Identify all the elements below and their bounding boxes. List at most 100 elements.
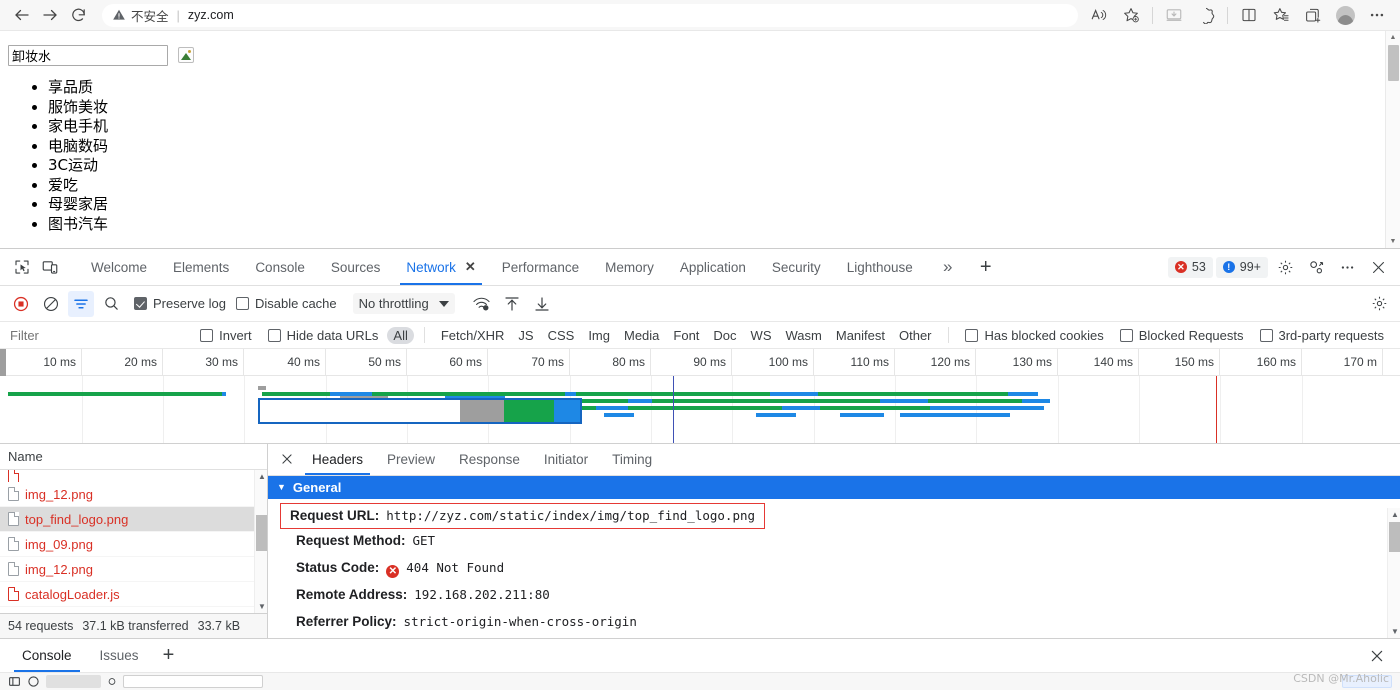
inspect-element-icon[interactable] — [8, 253, 36, 281]
tab-response[interactable]: Response — [447, 444, 532, 475]
close-drawer-icon[interactable] — [1364, 643, 1390, 669]
downloads-icon[interactable] — [1159, 1, 1189, 29]
table-row[interactable]: top_find_logo.png — [0, 507, 267, 532]
filter-type-js[interactable]: JS — [512, 327, 539, 344]
console-context-select[interactable] — [46, 675, 101, 688]
filter-type-img[interactable]: Img — [582, 327, 616, 344]
scrollbar-thumb[interactable] — [256, 515, 267, 551]
reload-icon[interactable] — [64, 1, 92, 29]
back-icon[interactable] — [8, 1, 36, 29]
close-devtools-icon[interactable] — [1364, 253, 1392, 281]
scrollbar-thumb[interactable] — [1388, 45, 1399, 81]
tab-application[interactable]: Application — [667, 249, 759, 285]
devtools-more-icon[interactable] — [1333, 253, 1361, 281]
table-row[interactable]: img_12.png — [0, 557, 267, 582]
tab-elements[interactable]: Elements — [160, 249, 242, 285]
more-tabs-icon[interactable]: » — [934, 253, 962, 281]
requests-scrollbar[interactable]: ▲ ▼ — [254, 470, 267, 613]
filter-type-doc[interactable]: Doc — [707, 327, 742, 344]
list-item[interactable]: 爱吃 — [48, 176, 1400, 196]
table-row[interactable]: img_09.png — [0, 532, 267, 557]
split-screen-icon[interactable] — [1234, 1, 1264, 29]
filter-toggle-icon[interactable] — [68, 290, 94, 317]
error-count-badge[interactable]: ✕ 53 — [1167, 256, 1213, 278]
list-item[interactable]: 家电手机 — [48, 117, 1400, 137]
list-item[interactable]: 享品质 — [48, 78, 1400, 98]
toggle-device-toolbar-icon[interactable] — [36, 253, 64, 281]
filter-type-fetch-xhr[interactable]: Fetch/XHR — [435, 327, 511, 344]
address-bar[interactable]: 不安全 | zyz.com — [102, 3, 1078, 27]
tab-sources[interactable]: Sources — [318, 249, 394, 285]
read-aloud-icon[interactable] — [1084, 1, 1114, 29]
tab-preview[interactable]: Preview — [375, 444, 447, 475]
filter-type-wasm[interactable]: Wasm — [780, 327, 828, 344]
general-section-header[interactable]: ▼ General — [268, 475, 1400, 499]
requests-list[interactable]: img_12.png top_find_logo.png img_09.png … — [0, 470, 267, 613]
third-party-requests-checkbox[interactable]: 3rd-party requests — [1259, 328, 1384, 343]
keyword-search-input[interactable] — [8, 45, 168, 66]
list-item[interactable]: 3C运动 — [48, 156, 1400, 176]
hide-data-urls-checkbox[interactable]: Hide data URLs — [267, 328, 378, 343]
filter-input[interactable] — [8, 326, 193, 344]
record-button[interactable] — [8, 291, 34, 317]
tab-lighthouse[interactable]: Lighthouse — [834, 249, 926, 285]
scroll-down-icon[interactable]: ▼ — [258, 602, 266, 611]
list-item[interactable]: 电脑数码 — [48, 137, 1400, 157]
network-settings-gear-icon[interactable] — [1366, 291, 1392, 317]
clear-console-icon[interactable] — [27, 675, 40, 688]
message-count-badge[interactable]: ! 99+ — [1215, 256, 1268, 278]
drawer-add-tab-icon[interactable]: + — [153, 639, 185, 672]
filter-type-all[interactable]: All — [387, 326, 414, 344]
tab-console[interactable]: Console — [242, 249, 318, 285]
filter-type-css[interactable]: CSS — [542, 327, 581, 344]
scroll-down-icon[interactable]: ▼ — [1391, 627, 1399, 636]
tab-performance[interactable]: Performance — [489, 249, 592, 285]
column-header-name[interactable]: Name — [8, 449, 43, 464]
list-item[interactable]: 服饰美妆 — [48, 98, 1400, 118]
filter-type-font[interactable]: Font — [667, 327, 705, 344]
tab-network[interactable]: Network ✕ — [393, 249, 488, 285]
close-details-icon[interactable] — [274, 446, 300, 472]
invert-checkbox[interactable]: Invert — [200, 328, 252, 343]
throttling-select[interactable]: No throttling — [352, 293, 455, 314]
network-conditions-icon[interactable] — [469, 291, 495, 317]
tab-timing[interactable]: Timing — [600, 444, 664, 475]
search-icon[interactable] — [98, 291, 124, 317]
console-filter-input[interactable] — [123, 675, 263, 688]
customize-devtools-icon[interactable] — [1302, 253, 1330, 281]
scroll-up-icon[interactable]: ▲ — [258, 472, 266, 481]
drawer-tab-issues[interactable]: Issues — [86, 639, 153, 672]
filter-type-other[interactable]: Other — [893, 327, 938, 344]
close-icon[interactable]: ✕ — [465, 259, 476, 275]
browser-essentials-icon[interactable] — [1191, 1, 1221, 29]
disable-cache-checkbox[interactable]: Disable cache — [235, 296, 337, 311]
details-scrollbar[interactable]: ▲ ▼ — [1387, 507, 1400, 638]
filter-type-manifest[interactable]: Manifest — [830, 327, 891, 344]
gear-icon[interactable] — [1271, 253, 1299, 281]
table-row[interactable]: img_12.png — [0, 482, 267, 507]
favorites-icon[interactable] — [1266, 1, 1296, 29]
page-vertical-scrollbar[interactable]: ▲ ▼ — [1385, 31, 1400, 248]
tab-welcome[interactable]: Welcome — [78, 249, 160, 285]
console-filter-icon[interactable] — [107, 675, 117, 688]
scrollbar-thumb[interactable] — [1389, 521, 1400, 552]
forward-icon[interactable] — [36, 1, 64, 29]
preserve-log-checkbox[interactable]: Preserve log — [134, 296, 226, 311]
scroll-up-icon[interactable]: ▲ — [1390, 31, 1397, 44]
import-har-icon[interactable] — [499, 291, 525, 317]
settings-more-icon[interactable] — [1362, 1, 1392, 29]
tab-initiator[interactable]: Initiator — [532, 444, 600, 475]
export-har-icon[interactable] — [529, 291, 555, 317]
add-tab-icon[interactable] — [1298, 1, 1328, 29]
add-favorite-icon[interactable] — [1116, 1, 1146, 29]
clear-button[interactable] — [38, 291, 64, 317]
profile-avatar[interactable] — [1330, 1, 1360, 29]
add-panel-icon[interactable]: + — [972, 253, 1000, 281]
filter-type-media[interactable]: Media — [618, 327, 665, 344]
has-blocked-cookies-checkbox[interactable]: Has blocked cookies — [965, 328, 1104, 343]
table-row[interactable] — [0, 470, 267, 482]
tab-security[interactable]: Security — [759, 249, 834, 285]
scroll-down-icon[interactable]: ▼ — [1390, 235, 1397, 248]
table-row[interactable]: catalogLoader.js — [0, 582, 267, 607]
tab-headers[interactable]: Headers — [300, 444, 375, 475]
